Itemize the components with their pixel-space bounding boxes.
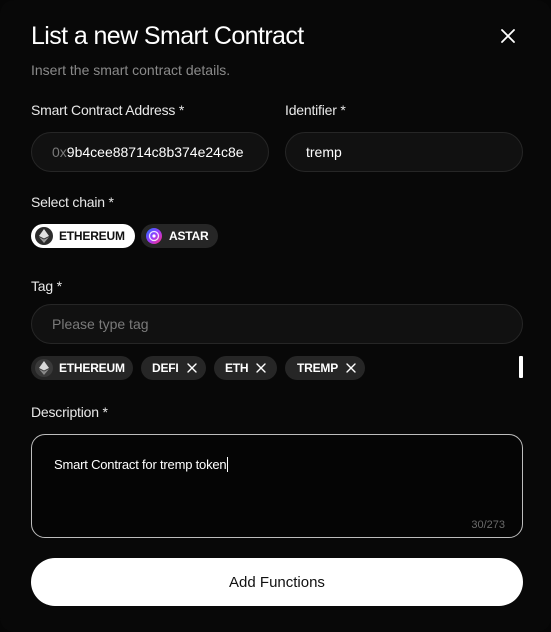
identifier-input[interactable]: tremp xyxy=(285,132,523,172)
chain-option-ethereum[interactable]: ETHEREUM xyxy=(31,224,135,248)
tag-chip-label: TREMP xyxy=(297,361,339,375)
tag-chip-label: DEFI xyxy=(152,361,179,375)
add-functions-button[interactable]: Add Functions xyxy=(31,558,523,606)
identifier-value: tremp xyxy=(306,144,342,160)
remove-tag-icon[interactable] xyxy=(256,363,267,373)
tag-list-scrollbar[interactable] xyxy=(519,356,523,378)
address-input[interactable]: 0x 9b4cee88714c8b374e24c8e xyxy=(31,132,269,172)
tag-chip-defi: DEFI xyxy=(141,356,206,380)
chain-option-label: ETHEREUM xyxy=(59,229,125,243)
tag-label: Tag * xyxy=(31,278,62,294)
tag-chip-eth: ETH xyxy=(214,356,277,380)
remove-tag-icon[interactable] xyxy=(346,363,356,373)
astar-icon xyxy=(145,227,163,245)
identifier-label: Identifier * xyxy=(285,102,346,118)
list-contract-modal: List a new Smart Contract Insert the sma… xyxy=(0,0,551,632)
chain-option-label: ASTAR xyxy=(169,229,209,243)
tag-chip-label: ETHEREUM xyxy=(59,361,125,375)
tag-input-placeholder: Please type tag xyxy=(52,316,149,332)
description-value: Smart Contract for tremp token xyxy=(54,457,227,472)
description-label: Description * xyxy=(31,404,108,420)
modal-subtitle: Insert the smart contract details. xyxy=(31,62,231,78)
address-value: 9b4cee88714c8b374e24c8e xyxy=(66,144,244,160)
address-label: Smart Contract Address * xyxy=(31,102,185,118)
text-caret xyxy=(227,457,229,472)
tag-chip-label: ETH xyxy=(225,361,249,375)
description-text-line: Smart Contract for tremp token xyxy=(54,457,229,472)
close-icon[interactable] xyxy=(497,25,519,47)
ethereum-icon xyxy=(35,359,53,377)
tag-chip-ethereum: ETHEREUM xyxy=(31,356,133,380)
tag-input[interactable]: Please type tag xyxy=(31,304,523,344)
remove-tag-icon[interactable] xyxy=(186,363,197,373)
chain-option-astar[interactable]: ASTAR xyxy=(141,224,219,248)
ethereum-icon xyxy=(35,227,53,245)
chain-label: Select chain * xyxy=(31,194,114,210)
description-textarea[interactable]: Smart Contract for tremp token 30/273 xyxy=(31,434,523,538)
modal-title: List a new Smart Contract xyxy=(31,22,304,50)
tag-chip-tremp: TREMP xyxy=(285,356,365,380)
address-prefix: 0x xyxy=(52,144,67,160)
character-counter: 30/273 xyxy=(471,519,505,531)
